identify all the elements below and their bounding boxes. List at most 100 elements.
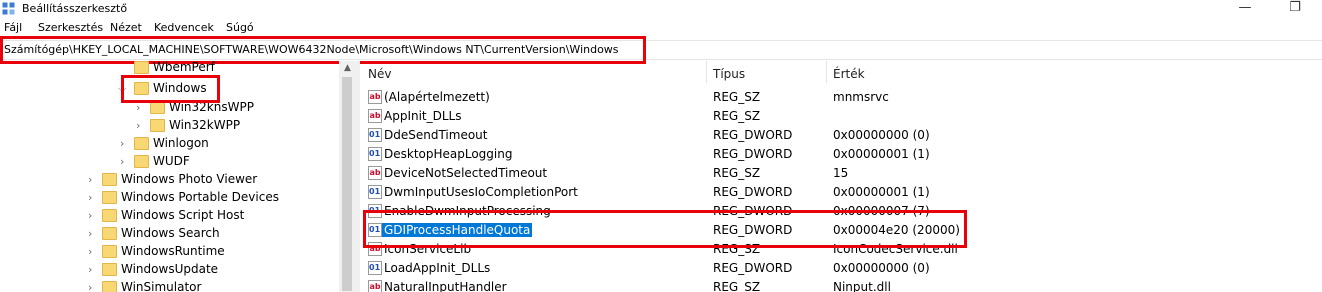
folder-icon: [134, 61, 149, 74]
tree-item-label: WUDF: [153, 154, 190, 168]
chevron-right-icon[interactable]: ›: [88, 245, 92, 258]
tree-scrollbar[interactable]: ▲: [339, 61, 356, 292]
tree-item-label: Windows Portable Devices: [121, 190, 279, 204]
value-type: REG_SZ: [713, 90, 761, 104]
minimize-button[interactable]: —: [1230, 0, 1260, 18]
chevron-right-icon[interactable]: ›: [88, 281, 92, 292]
value-type: REG_DWORD: [713, 185, 793, 199]
folder-icon: [102, 245, 117, 258]
menu-help[interactable]: Súgó: [226, 21, 254, 34]
value-data: 0x00000000 (0): [833, 128, 930, 142]
minimize-icon: —: [1238, 0, 1252, 15]
scroll-thumb[interactable]: [342, 77, 352, 291]
folder-icon: [102, 281, 117, 292]
value-data: 0x00000000 (0): [833, 261, 930, 275]
tree-item-winsimulator[interactable]: › WinSimulator: [0, 279, 338, 292]
tree-item-windowsruntime[interactable]: › WindowsRuntime: [0, 243, 338, 261]
column-header-type[interactable]: Típus: [713, 67, 745, 81]
tree-item-windows-photo-viewer[interactable]: › Windows Photo Viewer: [0, 171, 338, 189]
tree-item-win32kwpp[interactable]: › Win32kWPP: [0, 117, 338, 135]
chevron-right-icon[interactable]: ›: [88, 227, 92, 240]
title-bar: Beállításszerkesztő — ❐: [0, 0, 1322, 18]
chevron-right-icon[interactable]: ›: [120, 137, 124, 150]
tree-item-label: Win32kWPP: [169, 118, 241, 132]
tree-item-label: WindowsRuntime: [121, 244, 225, 258]
chevron-right-icon[interactable]: ›: [120, 155, 124, 168]
value-row[interactable]: 011 LoadAppInit_DLLs REG_DWORD 0x0000000…: [360, 259, 1322, 278]
column-header-data[interactable]: Érték: [833, 67, 865, 81]
regedit-icon: [2, 2, 15, 15]
folder-icon: [102, 173, 117, 186]
tree-item-windows-portable-devices[interactable]: › Windows Portable Devices: [0, 189, 338, 207]
value-data: 0x00000001 (1): [833, 147, 930, 161]
folder-icon: [102, 227, 117, 240]
value-row[interactable]: ab DeviceNotSelectedTimeout REG_SZ 15: [360, 164, 1322, 183]
menu-edit[interactable]: Szerkesztés: [38, 21, 103, 34]
value-name: AppInit_DLLs: [384, 109, 462, 123]
tree-windows-highlight-box: [121, 75, 220, 103]
string-value-icon: ab: [368, 90, 382, 104]
folder-icon: [150, 119, 165, 132]
chevron-right-icon[interactable]: ›: [88, 173, 92, 186]
string-value-icon: ab: [368, 166, 382, 180]
tree-item-winlogon[interactable]: › Winlogon: [0, 135, 338, 153]
value-name: DwmInputUsesIoCompletionPort: [384, 185, 578, 199]
value-row[interactable]: 011 DdeSendTimeout REG_DWORD 0x00000000 …: [360, 126, 1322, 145]
dword-value-icon: 011: [368, 147, 382, 161]
menu-favorites[interactable]: Kedvencek: [154, 21, 214, 34]
maximize-icon: ❐: [1289, 0, 1301, 15]
menu-view[interactable]: Nézet: [110, 21, 142, 34]
column-divider[interactable]: [826, 61, 827, 83]
values-list: Név Típus Érték ab (Alapértelmezett) REG…: [360, 61, 1322, 292]
value-name: DdeSendTimeout: [384, 128, 488, 142]
chevron-right-icon[interactable]: ›: [136, 119, 140, 132]
value-data: 0x00000001 (1): [833, 185, 930, 199]
value-row[interactable]: ab NaturalInputHandler REG_SZ Ninput.dll: [360, 278, 1322, 292]
value-name: (Alapértelmezett): [384, 90, 490, 104]
tree-item-label: Winlogon: [153, 136, 209, 150]
tree-item-label: Windows Search: [121, 226, 220, 240]
string-value-icon: ab: [368, 280, 382, 292]
tree-item-windowsupdate[interactable]: › WindowsUpdate: [0, 261, 338, 279]
folder-icon: [102, 191, 117, 204]
value-row[interactable]: ab AppInit_DLLs REG_SZ: [360, 107, 1322, 126]
value-name: LoadAppInit_DLLs: [384, 261, 491, 275]
value-type: REG_DWORD: [713, 261, 793, 275]
value-name: DeviceNotSelectedTimeout: [384, 166, 548, 180]
value-data: Ninput.dll: [833, 280, 891, 292]
dword-value-icon: 011: [368, 128, 382, 142]
column-header-name[interactable]: Név: [368, 67, 391, 81]
chevron-right-icon[interactable]: ›: [88, 209, 92, 222]
value-name: NaturalInputHandler: [384, 280, 507, 292]
tree-item-label: WinSimulator: [121, 280, 202, 292]
window-title: Beállításszerkesztő: [22, 2, 128, 15]
menu-file[interactable]: Fájl: [4, 21, 22, 34]
value-name: DesktopHeapLogging: [384, 147, 513, 161]
dword-value-icon: 011: [368, 185, 382, 199]
scroll-up-icon[interactable]: ▲: [339, 61, 356, 75]
value-type: REG_DWORD: [713, 128, 793, 142]
folder-icon: [134, 137, 149, 150]
maximize-button[interactable]: ❐: [1280, 0, 1310, 18]
column-divider[interactable]: [706, 61, 707, 83]
tree-item-wudf[interactable]: › WUDF: [0, 153, 338, 171]
tree-item-label: WindowsUpdate: [121, 262, 219, 276]
value-type: REG_SZ: [713, 109, 761, 123]
value-data: 15: [833, 166, 849, 180]
tree-item-windows-script-host[interactable]: › Windows Script Host: [0, 207, 338, 225]
selected-value-highlight-box: [363, 210, 967, 248]
string-value-icon: ab: [368, 109, 382, 123]
tree-item-label: Windows Photo Viewer: [121, 172, 258, 186]
folder-icon: [102, 263, 117, 276]
chevron-right-icon[interactable]: ›: [88, 263, 92, 276]
value-type: REG_SZ: [713, 166, 761, 180]
value-row[interactable]: 011 DesktopHeapLogging REG_DWORD 0x00000…: [360, 145, 1322, 164]
value-row[interactable]: ab (Alapértelmezett) REG_SZ mnmsrvc: [360, 88, 1322, 107]
tree-item-windows-search[interactable]: › Windows Search: [0, 225, 338, 243]
value-row[interactable]: 011 DwmInputUsesIoCompletionPort REG_DWO…: [360, 183, 1322, 202]
folder-icon: [134, 155, 149, 168]
tree-item-label: Windows Script Host: [121, 208, 245, 222]
chevron-right-icon[interactable]: ›: [88, 191, 92, 204]
address-highlight-box: [0, 36, 646, 64]
dword-value-icon: 011: [368, 261, 382, 275]
